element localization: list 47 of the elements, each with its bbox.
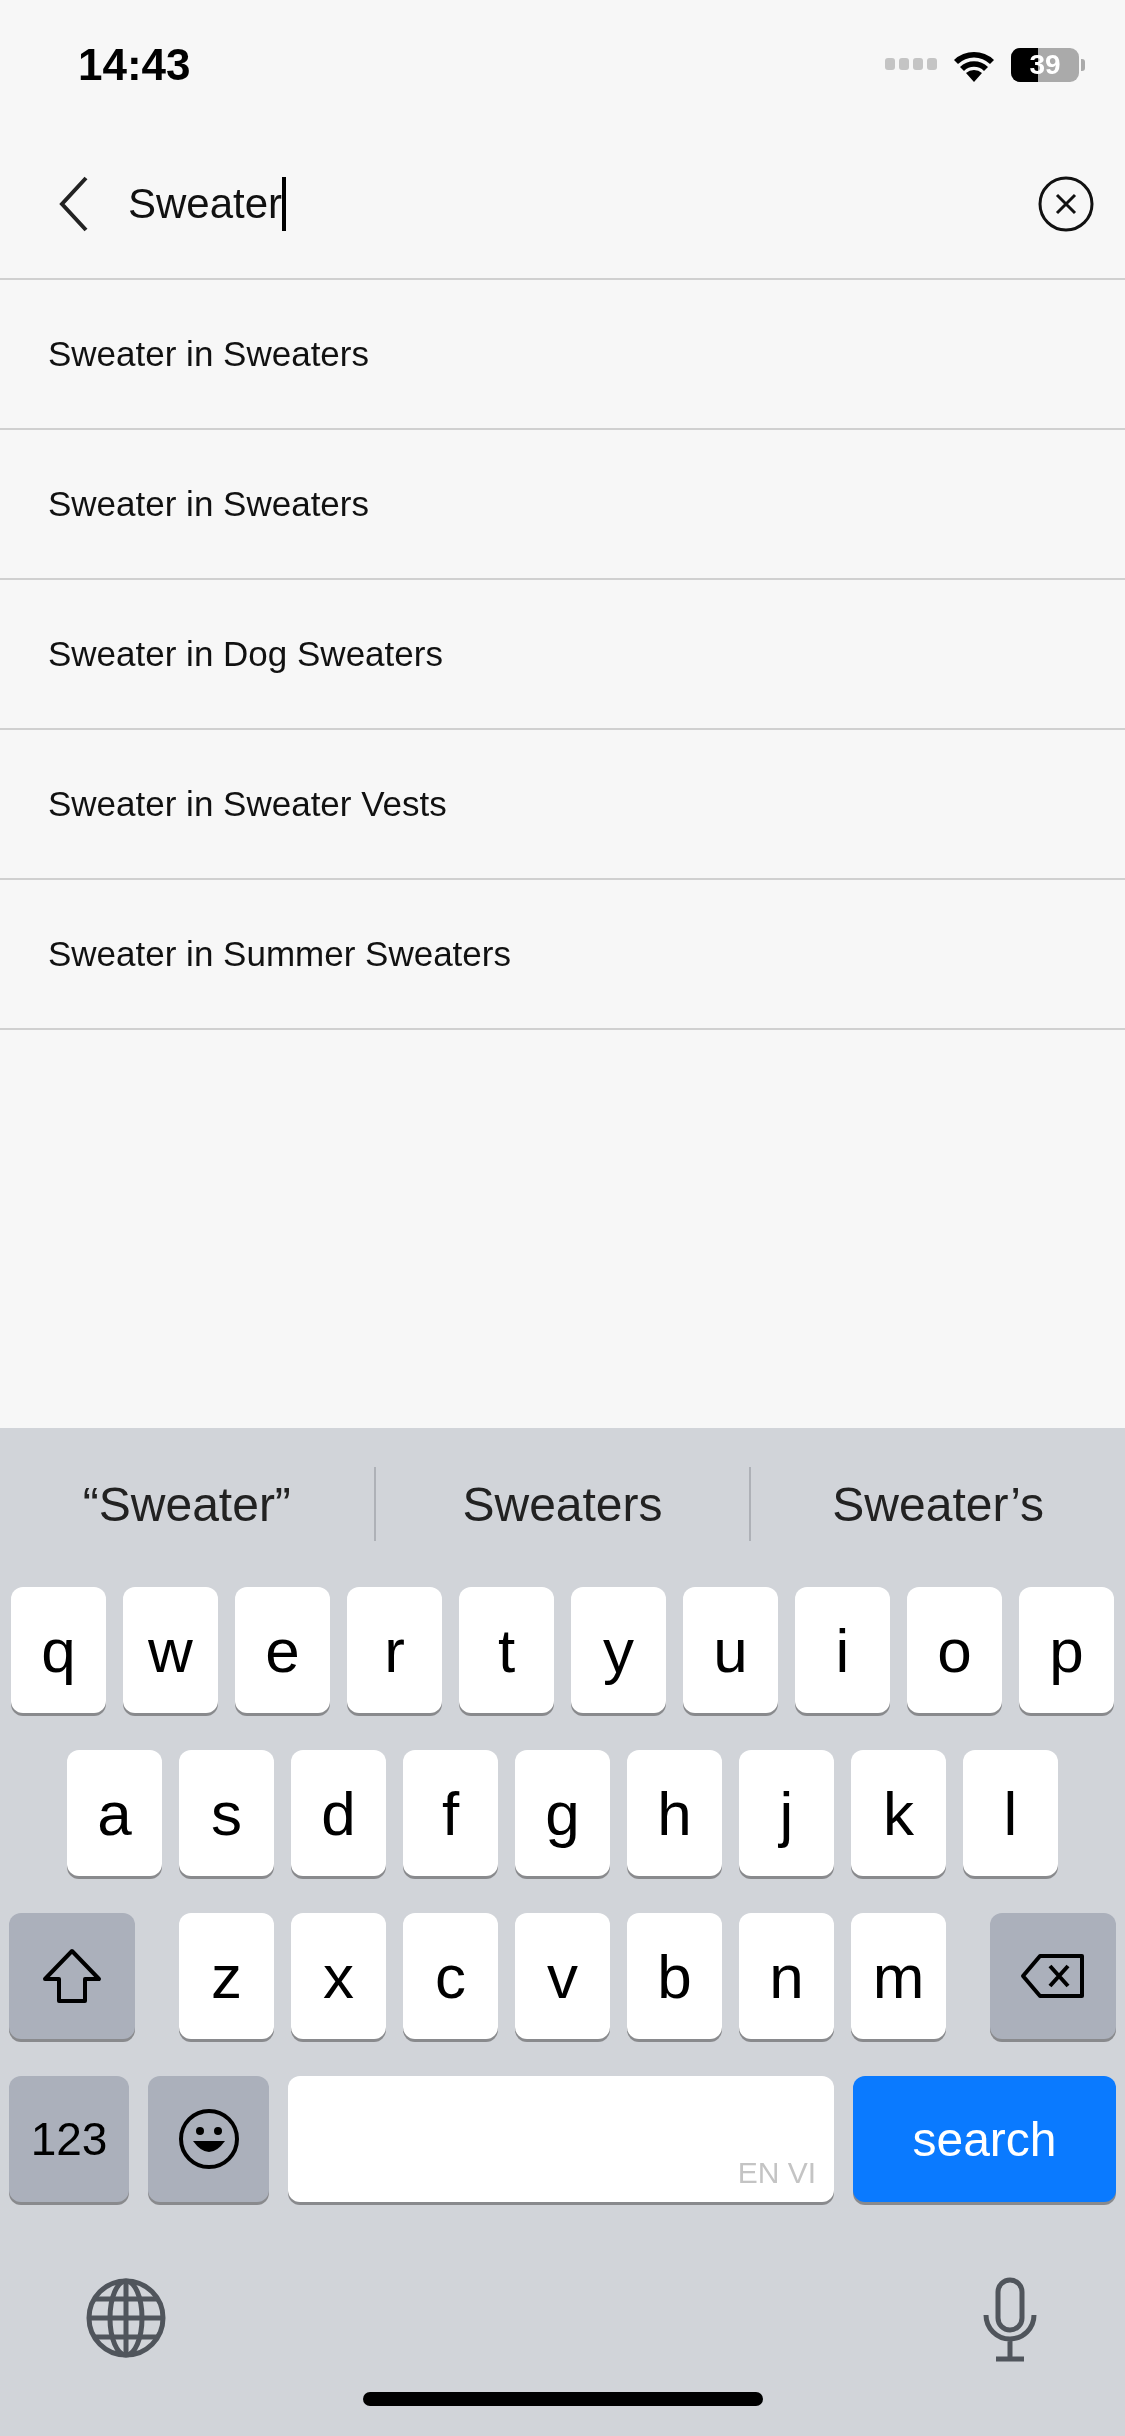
letter-key[interactable]: o: [907, 1587, 1002, 1713]
letter-key[interactable]: d: [291, 1750, 386, 1876]
search-field[interactable]: Sweater: [128, 164, 1037, 244]
letter-key[interactable]: y: [571, 1587, 666, 1713]
search-key[interactable]: search: [853, 2076, 1116, 2202]
letter-key[interactable]: p: [1019, 1587, 1114, 1713]
word-suggestion[interactable]: Sweater’s: [751, 1476, 1125, 1532]
backspace-icon: [1020, 1953, 1086, 1999]
letter-key[interactable]: u: [683, 1587, 778, 1713]
clear-icon[interactable]: [1037, 175, 1095, 233]
letter-key[interactable]: e: [235, 1587, 330, 1713]
letter-key[interactable]: l: [963, 1750, 1058, 1876]
globe-icon[interactable]: [85, 2277, 167, 2359]
letter-key[interactable]: w: [123, 1587, 218, 1713]
letter-key[interactable]: x: [291, 1913, 386, 2039]
search-suggestion[interactable]: Sweater in Sweaters: [0, 280, 1125, 430]
letter-key[interactable]: a: [67, 1750, 162, 1876]
search-suggestion[interactable]: Sweater in Summer Sweaters: [0, 880, 1125, 1030]
status-time: 14:43: [78, 40, 191, 90]
letter-key[interactable]: k: [851, 1750, 946, 1876]
shift-icon: [41, 1948, 103, 2004]
word-suggestion[interactable]: Sweaters: [375, 1476, 750, 1532]
numbers-key[interactable]: 123: [9, 2076, 129, 2202]
letter-key[interactable]: g: [515, 1750, 610, 1876]
letter-key[interactable]: q: [11, 1587, 106, 1713]
letter-key[interactable]: f: [403, 1750, 498, 1876]
letter-key[interactable]: j: [739, 1750, 834, 1876]
search-suggestion[interactable]: Sweater in Sweater Vests: [0, 730, 1125, 880]
search-suggestion[interactable]: Sweater in Dog Sweaters: [0, 580, 1125, 730]
letter-key[interactable]: m: [851, 1913, 946, 2039]
letter-key[interactable]: r: [347, 1587, 442, 1713]
letter-key[interactable]: s: [179, 1750, 274, 1876]
word-suggestion[interactable]: “Sweater”: [0, 1476, 374, 1532]
search-suggestion[interactable]: Sweater in Sweaters: [0, 430, 1125, 580]
letter-key[interactable]: b: [627, 1913, 722, 2039]
shift-key[interactable]: [9, 1913, 135, 2039]
emoji-key[interactable]: [148, 2076, 269, 2202]
letter-key[interactable]: n: [739, 1913, 834, 2039]
letter-key[interactable]: c: [403, 1913, 498, 2039]
backspace-key[interactable]: [990, 1913, 1116, 2039]
letter-key[interactable]: h: [627, 1750, 722, 1876]
letter-key[interactable]: v: [515, 1913, 610, 2039]
letter-key[interactable]: z: [179, 1913, 274, 2039]
signal-icon: [885, 58, 937, 72]
letter-key[interactable]: t: [459, 1587, 554, 1713]
letter-key[interactable]: i: [795, 1587, 890, 1713]
emoji-icon: [176, 2107, 241, 2171]
